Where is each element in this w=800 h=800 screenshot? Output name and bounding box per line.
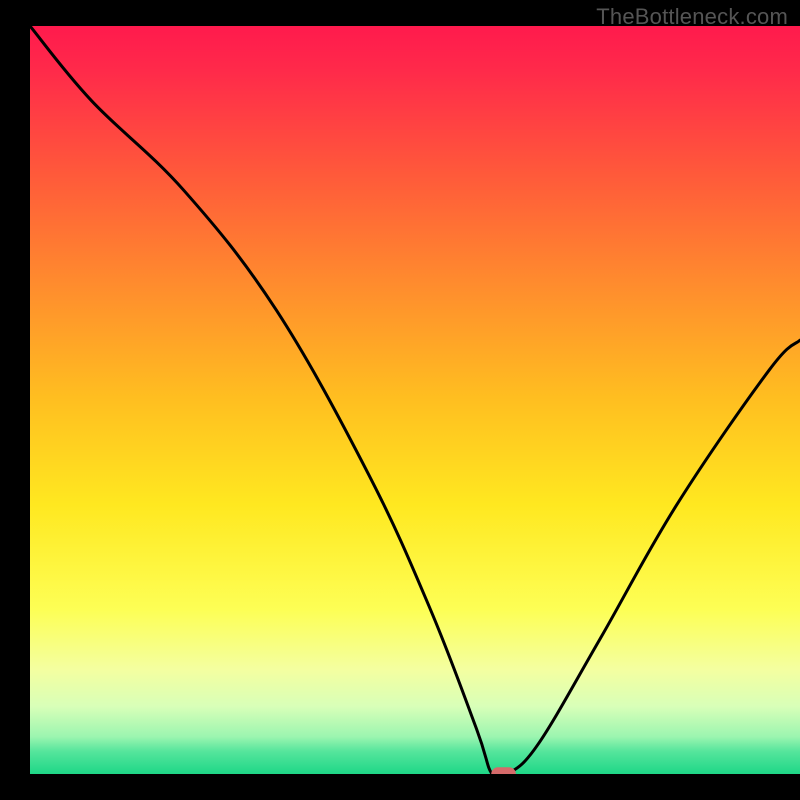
- chart-container: TheBottleneck.com: [0, 0, 800, 800]
- y-axis: [0, 0, 30, 800]
- bottleneck-chart: [0, 0, 800, 800]
- watermark-label: TheBottleneck.com: [596, 4, 788, 30]
- x-axis: [0, 774, 800, 800]
- plot-gradient: [30, 26, 800, 774]
